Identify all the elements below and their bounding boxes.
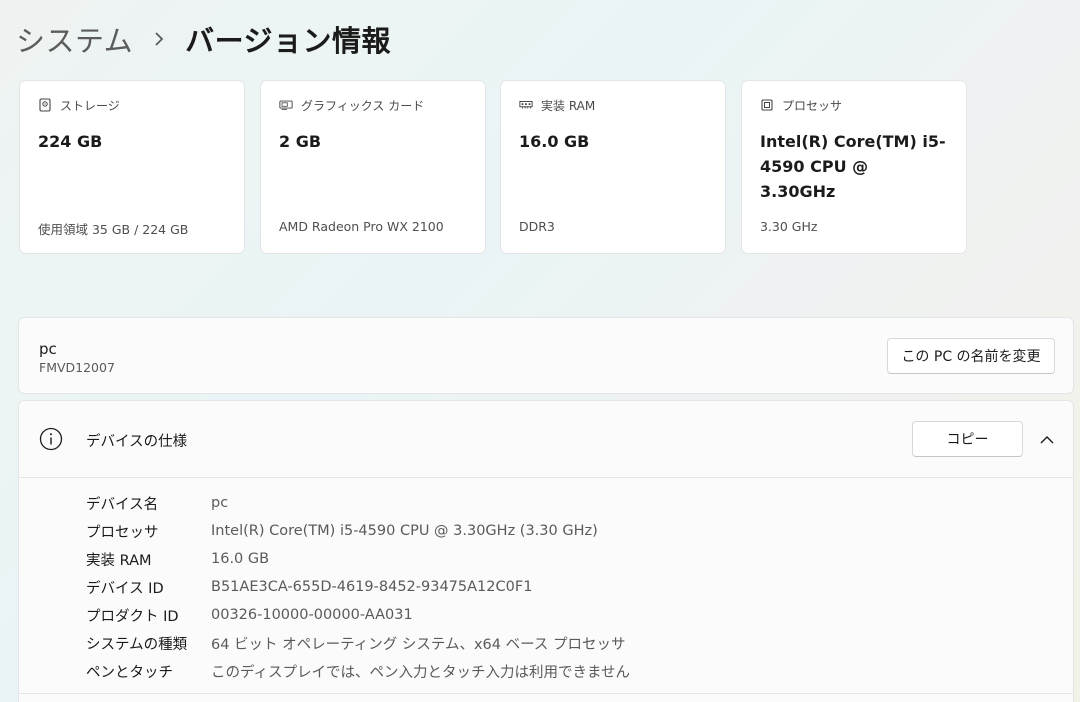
spec-value: 00326-10000-00000-AA031 xyxy=(211,607,413,623)
processor-card: プロセッサ Intel(R) Core(TM) i5-4590 CPU @ 3.… xyxy=(741,80,967,254)
ram-value: 16.0 GB xyxy=(519,132,590,151)
pc-model: FMVD12007 xyxy=(39,360,115,375)
storage-usage: 使用領域 35 GB / 224 GB xyxy=(38,222,189,237)
spec-value: このディスプレイでは、ペン入力とタッチ入力は利用できません xyxy=(211,664,631,681)
storage-icon xyxy=(38,98,52,112)
spec-label: デバイス名 xyxy=(86,496,159,513)
pc-name: pc xyxy=(39,340,57,358)
device-specs-title: デバイスの仕様 xyxy=(86,434,188,450)
spec-row-product-id: プロダクト ID 00326-10000-00000-AA031 xyxy=(86,601,630,629)
storage-card: ストレージ 224 GB 使用領域 35 GB / 224 GB xyxy=(19,80,245,254)
spec-value: pc xyxy=(211,495,229,511)
spec-label: システムの種類 xyxy=(86,636,188,653)
info-icon xyxy=(39,427,63,451)
spec-value: B51AE3CA-655D-4619-8452-93475A12C0F1 xyxy=(211,579,533,595)
copy-button[interactable]: コピー xyxy=(912,421,1023,457)
graphics-card: グラフィックス カード 2 GB AMD Radeon Pro WX 2100 xyxy=(260,80,486,254)
spec-label: 実装 RAM xyxy=(86,552,152,569)
spec-row-device-id: デバイス ID B51AE3CA-655D-4619-8452-93475A12… xyxy=(86,573,630,601)
graphics-label: グラフィックス カード xyxy=(301,98,425,113)
rename-pc-button[interactable]: この PC の名前を変更 xyxy=(887,338,1055,374)
spec-value: 64 ビット オペレーティング システム、x64 ベース プロセッサ xyxy=(211,636,626,653)
chevron-up-icon[interactable] xyxy=(1037,430,1057,450)
spec-row-system-type: システムの種類 64 ビット オペレーティング システム、x64 ベース プロセ… xyxy=(86,629,630,657)
device-specs-list: デバイス名 pc プロセッサ Intel(R) Core(TM) i5-4590… xyxy=(86,489,630,685)
spec-row-processor: プロセッサ Intel(R) Core(TM) i5-4590 CPU @ 3.… xyxy=(86,517,630,545)
storage-value: 224 GB xyxy=(38,132,103,151)
pc-name-panel: pc FMVD12007 この PC の名前を変更 xyxy=(18,317,1074,394)
processor-label: プロセッサ xyxy=(782,98,843,113)
device-specs-panel: デバイスの仕様 コピー デバイス名 pc プロセッサ Intel(R) Core… xyxy=(18,400,1074,702)
spec-row-device-name: デバイス名 pc xyxy=(86,489,630,517)
processor-value: Intel(R) Core(TM) i5-4590 CPU @ 3.30GHz xyxy=(760,132,946,201)
spec-label: デバイス ID xyxy=(86,580,164,597)
spec-row-pen-touch: ペンとタッチ このディスプレイでは、ペン入力とタッチ入力は利用できません xyxy=(86,657,630,685)
memory-icon xyxy=(519,98,533,112)
spec-value: 16.0 GB xyxy=(211,551,270,567)
ram-label: 実装 RAM xyxy=(541,98,596,113)
device-specs-header[interactable]: デバイスの仕様 コピー xyxy=(19,401,1073,478)
spec-label: プロダクト ID xyxy=(86,608,179,625)
chevron-right-icon xyxy=(151,31,167,47)
storage-label: ストレージ xyxy=(60,98,120,113)
page-title: バージョン情報 xyxy=(185,24,392,58)
spec-value: Intel(R) Core(TM) i5-4590 CPU @ 3.30GHz … xyxy=(211,523,598,539)
spec-label: プロセッサ xyxy=(86,524,159,541)
spec-row-ram: 実装 RAM 16.0 GB xyxy=(86,545,630,573)
graphics-value: 2 GB xyxy=(279,132,322,151)
graphics-card-icon xyxy=(279,98,293,112)
processor-icon xyxy=(760,98,774,112)
breadcrumb-system-link[interactable]: システム xyxy=(16,18,133,60)
breadcrumb: システム バージョン情報 xyxy=(16,18,391,60)
graphics-model: AMD Radeon Pro WX 2100 xyxy=(279,219,444,234)
divider xyxy=(19,693,1073,694)
ram-type: DDR3 xyxy=(519,219,555,234)
ram-card: 実装 RAM 16.0 GB DDR3 xyxy=(500,80,726,254)
processor-speed: 3.30 GHz xyxy=(760,219,818,234)
spec-label: ペンとタッチ xyxy=(86,664,173,681)
